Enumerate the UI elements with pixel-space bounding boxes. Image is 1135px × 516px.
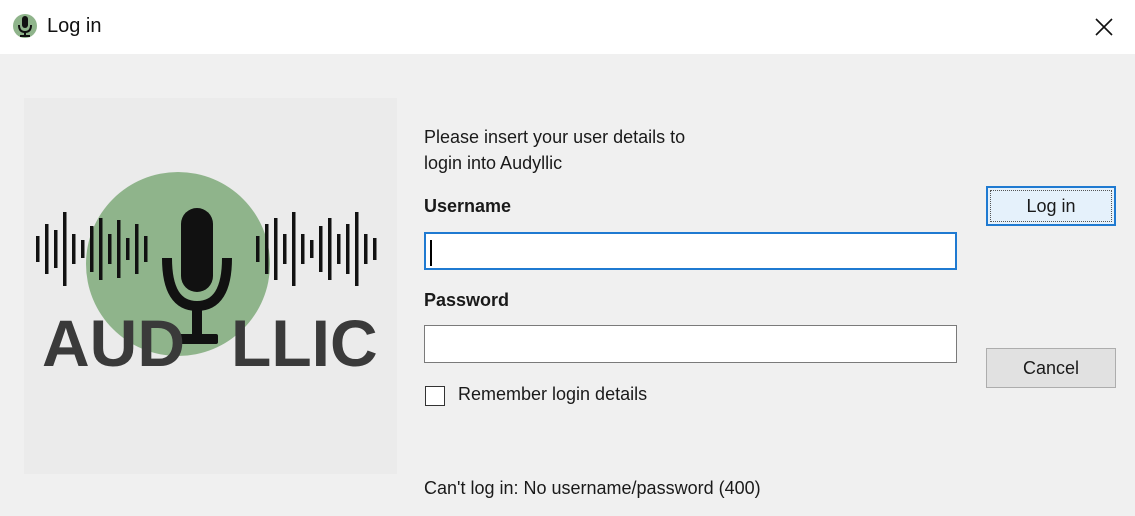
password-label: Password [424,290,510,310]
text-caret [430,240,432,266]
remember-checkbox[interactable] [425,386,445,406]
login-button[interactable]: Log in [986,186,1116,226]
audyllic-logo: AUD LLIC [24,98,397,474]
svg-text:LLIC: LLIC [231,306,378,380]
intro-line-1: Please insert your user details to [424,127,686,147]
cancel-button[interactable]: Cancel [986,348,1116,388]
intro-text: Please insert your user details to login… [424,124,784,176]
title-bar: Log in [0,0,1135,54]
remember-label[interactable]: Remember login details [458,384,647,405]
svg-text:AUD: AUD [42,306,185,380]
window-title: Log in [47,15,102,37]
microphone-icon [13,14,37,38]
username-input[interactable] [424,232,957,270]
intro-line-2: login into Audyllic [424,153,563,173]
status-message: Can't log in: No username/password (400) [424,478,761,498]
close-button[interactable] [1073,0,1135,54]
password-input[interactable] [424,325,957,363]
username-label: Username [424,196,512,216]
login-dialog: Log in AUD LLIC Please insert your user … [0,0,1135,516]
close-icon [1095,18,1113,36]
